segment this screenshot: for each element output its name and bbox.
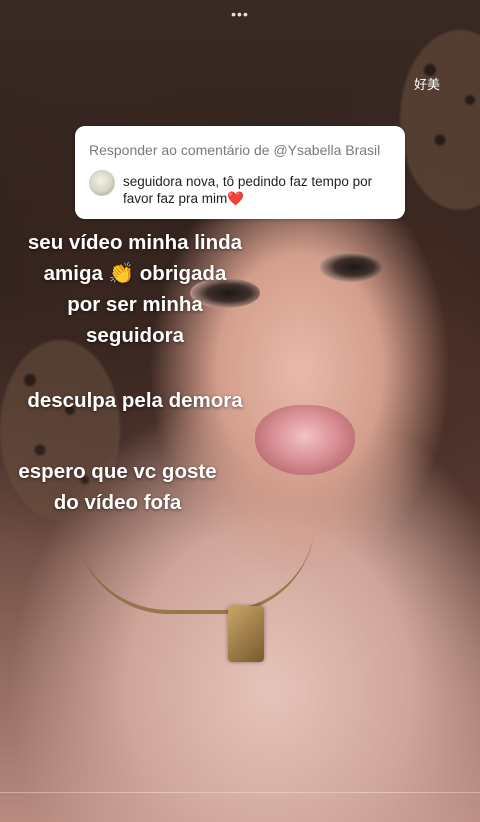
avatar	[89, 170, 115, 196]
caption-line: espero que vc goste	[18, 460, 217, 483]
comment-text: seguidora nova, tô pedindo faz tempo por…	[123, 174, 373, 206]
caption-line: seu vídeo minha linda	[27, 231, 243, 254]
reply-header: Responder ao comentário de @Ysabella Bra…	[89, 142, 381, 158]
pendant	[228, 606, 264, 662]
caption-line: desculpa pela demora	[27, 389, 243, 412]
lips	[255, 405, 355, 475]
more-horizontal-icon[interactable]: •••	[0, 6, 480, 22]
caption-block-1: seu vídeo minha linda amiga 👏 obrigada p…	[0, 227, 270, 351]
caption-line: por ser minha	[67, 293, 203, 316]
reply-comment-text: seguidora nova, tô pedindo faz tempo por…	[123, 173, 395, 207]
caption-line: seguidora	[86, 324, 184, 347]
corner-text: 好美	[413, 77, 440, 92]
right-eye	[320, 252, 382, 282]
reply-comment-card[interactable]: Responder ao comentário de @Ysabella Bra…	[75, 126, 405, 219]
caption-block-2: desculpa pela demora	[0, 385, 270, 416]
caption-line: amiga 👏 obrigada	[43, 262, 227, 285]
necklace	[75, 520, 315, 614]
caption-line: do vídeo fofa	[53, 491, 182, 514]
progress-divider	[0, 792, 480, 793]
leopard-print-right	[400, 30, 480, 210]
caption-block-3: espero que vc goste do vídeo fofa	[0, 456, 235, 518]
heart-emoji: ❤️	[227, 191, 245, 206]
